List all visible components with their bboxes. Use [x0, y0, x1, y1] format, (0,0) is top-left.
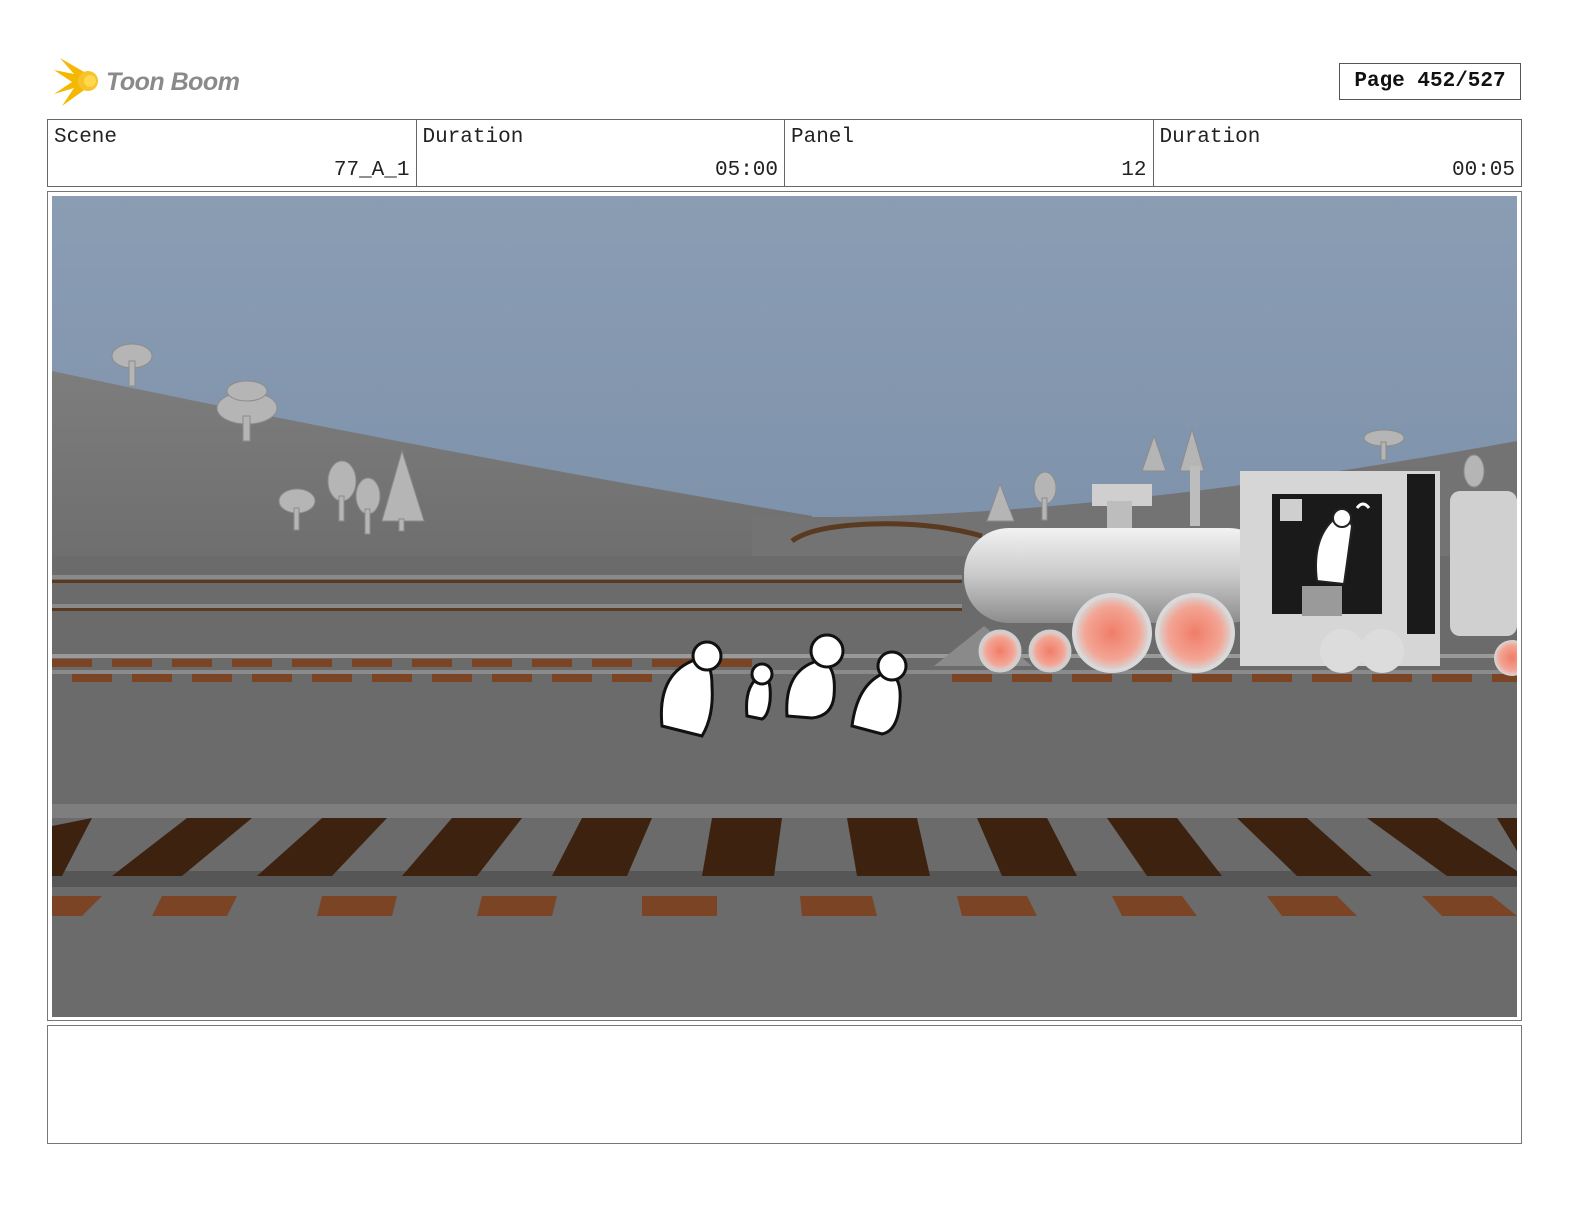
scene-value: 77_A_1	[333, 159, 410, 182]
panel-duration-cell: Duration 00:05	[1154, 120, 1522, 186]
panel-duration-value: 00:05	[1451, 159, 1515, 182]
panel-value: 12	[1121, 159, 1147, 182]
toon-boom-burst-icon	[54, 58, 98, 106]
panel-notes	[47, 1025, 1522, 1144]
panel-duration-label: Duration	[1159, 126, 1261, 149]
scene-duration-label: Duration	[422, 126, 524, 149]
logo-text: Toon Boom	[106, 67, 240, 96]
scene-duration-value: 05:00	[714, 159, 778, 182]
scene-duration-cell: Duration 05:00	[417, 120, 785, 186]
scene-info-table: Scene 77_A_1 Duration 05:00 Panel 12 Dur…	[47, 119, 1522, 187]
scene-cell: Scene 77_A_1	[48, 120, 417, 186]
scene-label: Scene	[54, 126, 118, 149]
page-indicator: Page 452/527	[1339, 63, 1521, 100]
panel-label: Panel	[791, 126, 855, 149]
panel-artwork	[52, 196, 1517, 1017]
panel-cell: Panel 12	[785, 120, 1154, 186]
storyboard-panel	[47, 191, 1522, 1021]
toon-boom-logo: Toon Boom	[52, 56, 240, 108]
